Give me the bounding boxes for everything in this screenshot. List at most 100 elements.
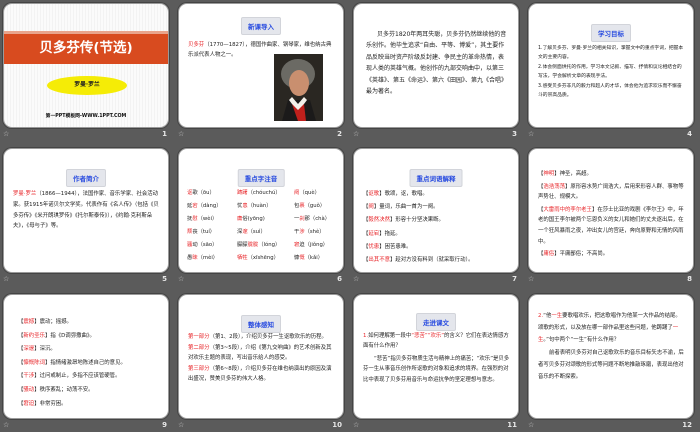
text-segment: “悲苦”指贝多芬物质生活与精神上的痛苦；“欢乐”是贝多芬一生从事音乐创作所讴歌的… — [363, 355, 510, 383]
paragraph: 【大雷雨中的李尔老王】在莎士比亚的戏剧《李尔王》中，年老的国王李尔被两个忘恩负义… — [538, 205, 685, 247]
slide-thumbnail-10[interactable]: 整体感知 第一部分（第1、2段），介绍贝多芬一生讴歌欢乐的历程。 第二部分（第3~… — [178, 294, 344, 419]
pinyin-item: 踌躇（chóuchú） — [237, 189, 294, 199]
animation-star-icon[interactable]: ☆ — [178, 421, 184, 429]
beethoven-portrait — [274, 54, 323, 121]
paragraph: 【神明】神圣，高超。 — [538, 169, 685, 180]
animation-star-icon[interactable]: ☆ — [353, 421, 359, 429]
slide-thumbnail-9[interactable]: 【震撼】震动；摇撼。 【新约圣乐】指《D调弥撒曲》。 【深邃】深沉。 【慷慨陈词】指情… — [3, 294, 169, 419]
paragraph: 【骚动】秩序紊乱；动荡不安。 — [18, 385, 160, 397]
pinyin-item: 延宕（dàng） — [187, 202, 237, 212]
slide-heading: 重点字注音 — [237, 169, 285, 187]
pinyin-item: 阕（què） — [294, 189, 342, 199]
paragraph: 1.如何理解第一段中“悲苦”“欢乐”的含义？它们在表达情感方面有什么作用？ — [363, 331, 510, 352]
paragraph: 【阕】量词，乐曲一首为一阕。 — [363, 202, 510, 213]
slide-meta: ☆ 4 — [528, 130, 694, 140]
pinyin-item: 颓丧（tuí） — [187, 228, 237, 238]
highlight-text: 深邃 — [23, 346, 35, 353]
slide-heading: 新课导入 — [241, 17, 281, 35]
highlight-text: 一生 — [551, 313, 563, 319]
paragraph: 贝多芬1820年两耳失聪，贝多芬仍然继续他的音乐创作。他毕生追求“自由、平等、博… — [366, 29, 508, 97]
animation-star-icon[interactable]: ☆ — [353, 130, 359, 138]
slide-thumbnail-1[interactable]: 贝多芬传(节选) 罗曼·罗兰 第一PPT模板网-WWW.1PPT.COM — [3, 3, 169, 128]
animation-star-icon[interactable]: ☆ — [353, 275, 359, 283]
paragraph: 第二部分（第3~5段），介绍《第九交响曲》的艺术创新及其对欢乐主题的表现，写出音… — [188, 344, 335, 363]
highlight-text: 忧患 — [368, 243, 380, 250]
slide-footer: 第一PPT模板网-WWW.1PPT.COM — [45, 114, 127, 119]
text-segment: （què） — [299, 190, 320, 196]
text-segment: （kǎi） — [304, 254, 324, 261]
highlight-text: 罗曼·罗兰 — [13, 191, 37, 197]
slide-thumbnail-2[interactable]: 新课导入 贝多芬（1770—1827），德国作曲家、钢琴家，维也纳古典乐派代表人… — [178, 3, 344, 128]
text-segment: 贝多芬1820年两耳失聪，贝多芬仍然继续他的音乐创作。他毕生追求“自由、平等、博… — [366, 31, 508, 96]
slide-heading: 学习目标 — [591, 24, 631, 42]
highlight-text: 第二部分 — [188, 345, 210, 352]
highlight-text: “悲苦”“欢乐” — [411, 333, 445, 339]
animation-star-icon[interactable]: ☆ — [178, 275, 184, 283]
highlight-text: 新约圣乐 — [23, 332, 45, 339]
paragraph: 【庸俗】平庸鄙俗；不高尚。 — [538, 249, 685, 260]
paragraph: 【忧患】困苦患难。 — [363, 242, 510, 253]
highlight-text: 浩浩荡荡 — [543, 183, 565, 190]
slide-thumbnail-5[interactable]: 作者简介 罗曼·罗兰（1866—1944），法国作家、音乐学家、社会活动家。获1… — [3, 148, 169, 273]
animation-star-icon[interactable]: ☆ — [178, 130, 184, 138]
text-segment: 】趁对方没有料到（就采取行动）。 — [389, 257, 474, 264]
slide-thumbnail-7[interactable]: 重点词语解释 【讴歌】歌颂，讴，歌唱。 【阕】量词，乐曲一首为一阕。 【毅然决然】形… — [353, 148, 519, 273]
slide-heading: 走进课文 — [416, 313, 456, 331]
text-segment: （guǒ） — [304, 202, 326, 209]
highlight-text: 骚动 — [23, 386, 35, 393]
slide-meta: ☆ 9 — [3, 421, 169, 431]
slide-thumbnail-6[interactable]: 重点字注音 讴歌（ōu） 踌躇（chóuchú） 阕（què） 延宕（dàng） 忧患（… — [178, 148, 344, 273]
highlight-text: 第一部分 — [188, 334, 210, 340]
animation-star-icon[interactable]: ☆ — [528, 421, 534, 429]
slide-number: 1 — [162, 130, 167, 138]
paragraph: 【干涉】过问或制止，多指不应该管硬管。 — [18, 371, 160, 383]
slide-thumbnail-8[interactable]: 【神明】神圣，高超。 【浩浩荡荡】原形容水势广阔浩大，后用来形容人群、事物等声势壮… — [528, 148, 694, 273]
slide-body: 【讴歌】歌颂，讴，歌唱。 【阕】量词，乐曲一首为一阕。 【毅然决然】形容十分坚决果断… — [363, 189, 510, 268]
animation-star-icon[interactable]: ☆ — [528, 130, 534, 138]
paragraph: 前者表明贝多芬对自己讴歌欢乐的音乐目标矢志不渝，后者写贝多芬对颂歌的形式等问题不… — [538, 348, 685, 383]
slide-body: 【神明】神圣，高超。 【浩浩荡荡】原形容水势广阔浩大，后用来形容人群、事物等声势壮… — [538, 169, 685, 262]
slide-body: 2.“他一生要歌唱欢乐，把这歌唱作为他某一大作品的结尾。颂歌的形式，以及放在哪一… — [538, 311, 685, 386]
text-segment: 】神圣，高超。 — [554, 171, 592, 177]
text-segment: 丧（tuí） — [192, 228, 216, 235]
paragraph: 2.“他一生要歌唱欢乐，把这歌唱作为他某一大作品的结尾。颂歌的形式，以及放在哪一… — [538, 311, 685, 346]
slide-thumbnail-11[interactable]: 走进课文 1.如何理解第一段中“悲苦”“欢乐”的含义？它们在表达情感方面有什么作… — [353, 294, 519, 419]
text-segment: 】过问或制止，多指不应该管硬管。 — [34, 373, 121, 380]
slide-heading: 作者简介 — [66, 169, 106, 187]
pinyin-item: 一刹那（chà） — [294, 215, 342, 225]
pinyin-grid: 讴歌（ōu） 踌躇（chóuchú） 阕（què） 延宕（dàng） 忧患（huàn）包… — [187, 189, 339, 264]
paragraph: 罗曼·罗兰（1866—1944），法国作家、音乐学家、社会活动家。获1915年诺… — [13, 189, 160, 232]
text-segment: （wèi） — [197, 215, 218, 222]
animation-star-icon[interactable]: ☆ — [3, 130, 9, 138]
paragraph: 【出其不意】趁对方没有料到（就采取行动）。 — [363, 255, 510, 266]
text-segment: （chóuchú） — [247, 190, 281, 196]
slide-number: 6 — [337, 275, 342, 283]
text-segment: （mèi） — [197, 254, 219, 261]
text-segment: （xīshēng） — [247, 254, 279, 261]
pinyin-item: 愚昧（mèi） — [187, 254, 237, 264]
slide-number: 7 — [512, 275, 517, 283]
slide-thumbnail-3[interactable]: 贝多芬1820年两耳失聪，贝多芬仍然继续他的音乐创作。他毕生追求“自由、平等、博… — [353, 3, 519, 128]
slide-number: 3 — [512, 130, 517, 138]
slide-body: 罗曼·罗兰（1866—1944），法国作家、音乐学家、社会活动家。获1915年诺… — [13, 189, 160, 234]
paragraph: 第三部分（第6~8段），介绍贝多芬在维也纳演出的原因及演出盛况，赞美贝多芬的伟大… — [188, 365, 335, 384]
text-segment: 】指《D调弥撒曲》。 — [44, 332, 95, 339]
animation-star-icon[interactable]: ☆ — [3, 275, 9, 283]
animation-star-icon[interactable]: ☆ — [3, 421, 9, 429]
slide-thumbnail-12[interactable]: 2.“他一生要歌唱欢乐，把这歌唱作为他某一大作品的结尾。颂歌的形式，以及放在哪一… — [528, 294, 694, 419]
text-segment: 】拖延。 — [379, 230, 401, 237]
slide-body: 1.了解贝多芬、罗曼·罗兰的相关知识，掌握文中的重点字词，把握本文的主要内容。 2… — [538, 45, 685, 103]
text-segment: （dàng） — [197, 202, 222, 209]
slide-thumbnail-4[interactable]: 学习目标 1.了解贝多芬、罗曼·罗兰的相关知识，掌握文中的重点字词，把握本文的主… — [528, 3, 694, 128]
pinyin-item: 讴歌（ōu） — [187, 189, 237, 199]
animation-star-icon[interactable]: ☆ — [528, 275, 534, 283]
slide-number: 5 — [162, 275, 167, 283]
slide-meta: ☆ 2 — [178, 130, 344, 140]
slide-body: 第一部分（第1、2段），介绍贝多芬一生讴歌欢乐的历程。 第二部分（第3~5段），介… — [188, 333, 335, 386]
highlight-text: 讴歌 — [368, 191, 380, 197]
highlight-text: 神明 — [543, 171, 555, 177]
paragraph: 【讴歌】歌颂，讴，歌唱。 — [363, 189, 510, 200]
slide-number: 4 — [687, 130, 692, 138]
text-segment: （huàn） — [247, 202, 272, 209]
text-segment: （第3~5段），介绍《第九交响曲》的艺术创新及其对欢乐主题的表现，写出音乐给人的… — [188, 345, 332, 361]
